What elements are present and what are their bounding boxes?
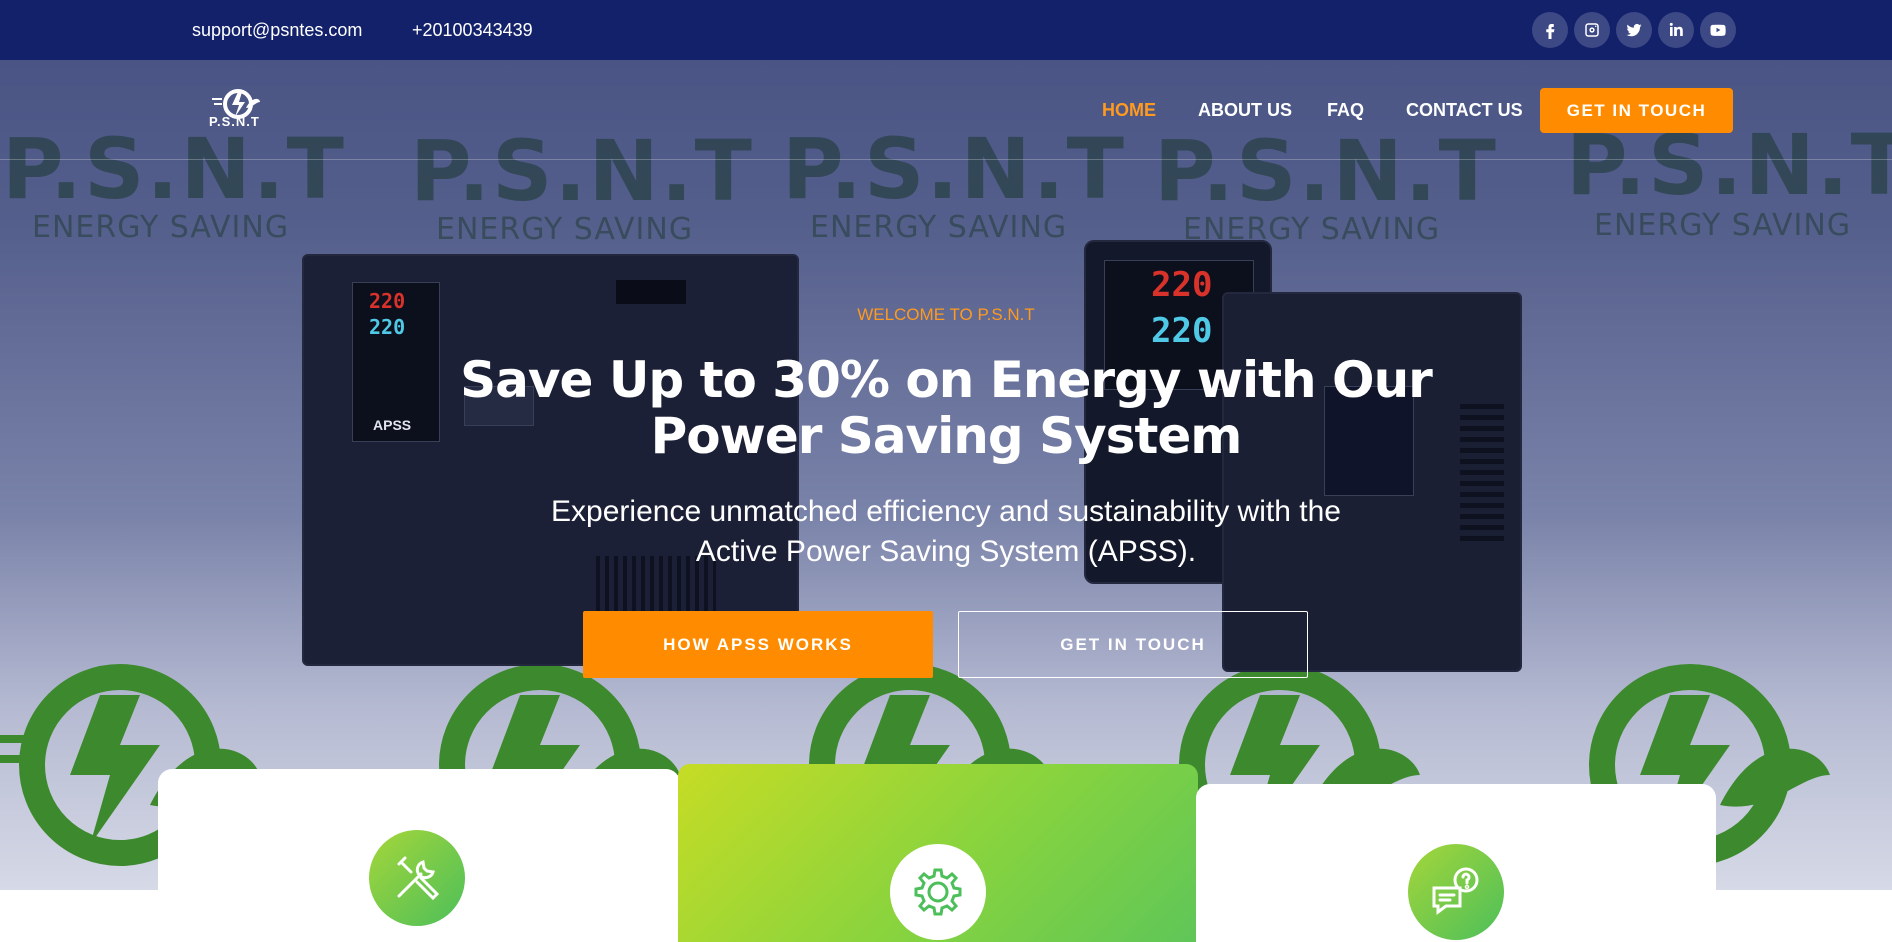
gear-icon — [890, 844, 986, 940]
tools-icon — [369, 830, 465, 926]
top-contact-bar: support@psntes.com +20100343439 — [0, 0, 1892, 60]
how-apss-works-button[interactable]: HOW APSS WORKS — [583, 611, 933, 678]
nav-home[interactable]: HOME — [1102, 100, 1156, 121]
hero-subheadline: Experience unmatched efficiency and sust… — [551, 495, 1341, 568]
hero-headline: Save Up to 30% on Energy with Our Power … — [460, 351, 1433, 465]
watermark-tagline: ENERGY SAVING — [810, 210, 1068, 245]
facebook-icon[interactable] — [1532, 12, 1568, 48]
watermark-brand: P.S.N.T — [410, 122, 754, 220]
watermark-tagline: ENERGY SAVING — [1594, 208, 1852, 243]
welcome-eyebrow: WELCOME TO P.S.N.T — [857, 305, 1035, 324]
nav-faq[interactable]: FAQ — [1327, 100, 1364, 121]
watermark-brand: P.S.N.T — [2, 120, 346, 218]
support-chat-icon — [1408, 844, 1504, 940]
feature-card-technology[interactable] — [678, 764, 1198, 942]
watermark-brand: P.S.N.T — [1154, 122, 1498, 220]
linkedin-icon[interactable] — [1658, 12, 1694, 48]
nav-about-us[interactable]: ABOUT US — [1198, 100, 1292, 121]
phone-number-link[interactable]: +20100343439 — [412, 20, 533, 41]
feature-card-support[interactable] — [1196, 784, 1716, 942]
feature-card-services[interactable] — [158, 769, 680, 942]
watermark-brand: P.S.N.T — [782, 120, 1126, 218]
get-in-touch-nav-button[interactable]: GET IN TOUCH — [1540, 88, 1733, 133]
twitter-icon[interactable] — [1616, 12, 1652, 48]
support-email-link[interactable]: support@psntes.com — [192, 20, 362, 41]
nav-contact-us[interactable]: CONTACT US — [1406, 100, 1523, 121]
social-links — [1532, 12, 1736, 48]
brand-logo-text: P.S.N.T — [209, 114, 260, 129]
get-in-touch-hero-button[interactable]: GET IN TOUCH — [958, 611, 1308, 678]
watermark-tagline: ENERGY SAVING — [32, 210, 290, 245]
device-label: APSS — [373, 417, 412, 433]
instagram-icon[interactable] — [1574, 12, 1610, 48]
watermark-tagline: ENERGY SAVING — [436, 212, 694, 247]
youtube-icon[interactable] — [1700, 12, 1736, 48]
